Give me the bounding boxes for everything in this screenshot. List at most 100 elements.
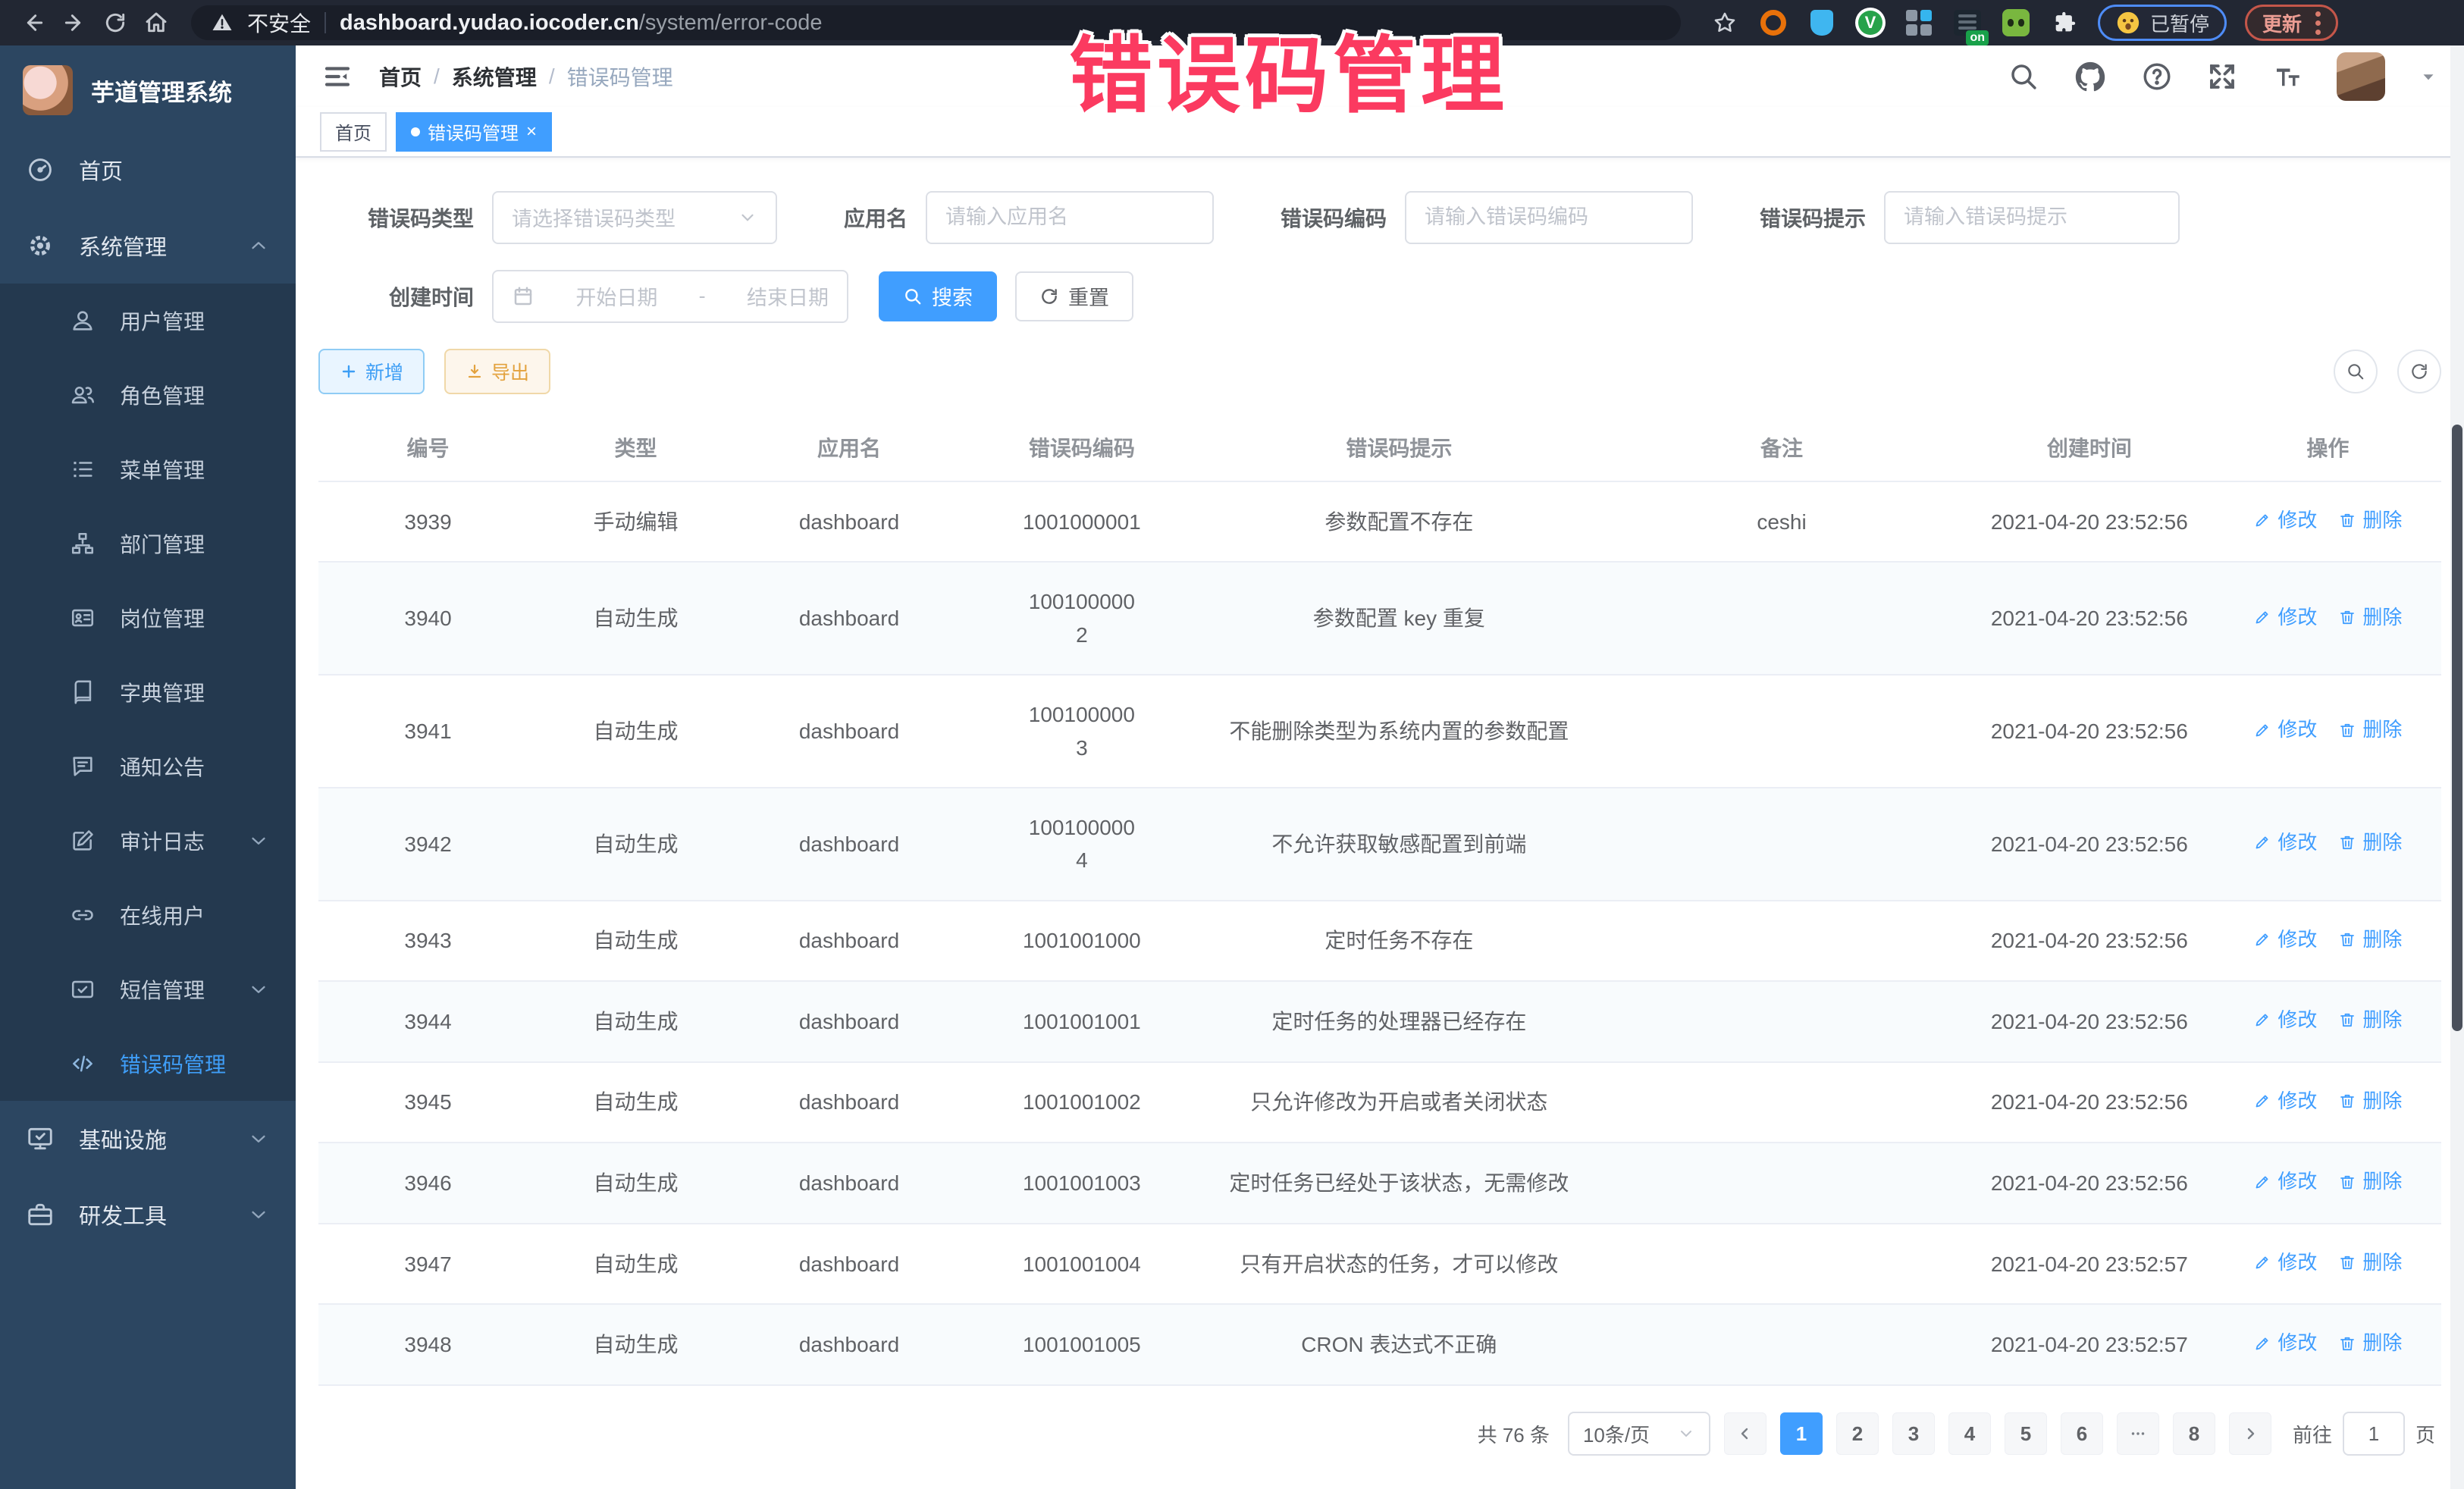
- help-icon[interactable]: [2141, 61, 2173, 92]
- forward-icon[interactable]: [58, 6, 91, 39]
- sidebar-subitem-3[interactable]: 部门管理: [0, 506, 296, 581]
- page-button-1-active[interactable]: 1: [1780, 1412, 1823, 1455]
- delete-link[interactable]: 删除: [2338, 1166, 2402, 1196]
- breadcrumb-system[interactable]: 系统管理: [452, 61, 537, 92]
- extension-green-v-icon[interactable]: V: [1855, 8, 1886, 38]
- sidebar-subitem-10-active[interactable]: 错误码管理: [0, 1027, 296, 1101]
- page-button-8[interactable]: 8: [2173, 1412, 2215, 1455]
- tag-home[interactable]: 首页: [320, 112, 387, 152]
- edit-link[interactable]: 修改: [2253, 1247, 2317, 1277]
- cell-id: 3948: [318, 1304, 538, 1385]
- back-icon[interactable]: [17, 6, 50, 39]
- next-page-button[interactable]: [2229, 1412, 2271, 1455]
- sidebar-subitem-2[interactable]: 菜单管理: [0, 432, 296, 506]
- date-range-picker[interactable]: 开始日期 - 结束日期: [492, 270, 848, 323]
- tag-close-icon[interactable]: ×: [526, 123, 537, 141]
- sidebar-subitem-0[interactable]: 用户管理: [0, 284, 296, 358]
- edit-link[interactable]: 修改: [2253, 1086, 2317, 1116]
- extensions-puzzle-icon[interactable]: [2049, 8, 2080, 38]
- delete-link[interactable]: 删除: [2338, 1247, 2402, 1277]
- edit-link[interactable]: 修改: [2253, 602, 2317, 632]
- extension-blue-gem-icon[interactable]: [1807, 8, 1837, 38]
- edit-link[interactable]: 修改: [2253, 924, 2317, 955]
- delete-link[interactable]: 删除: [2338, 714, 2402, 744]
- window-scrollbar[interactable]: [2450, 45, 2464, 1489]
- export-button[interactable]: 导出: [444, 349, 550, 394]
- sidebar-subitem-9[interactable]: 短信管理: [0, 952, 296, 1027]
- cell-error-code: 1001001004: [964, 1224, 1199, 1305]
- page-button-6[interactable]: 6: [2061, 1412, 2103, 1455]
- edit-link[interactable]: 修改: [2253, 827, 2317, 857]
- refresh-table-button[interactable]: [2397, 350, 2441, 393]
- sidebar-subitem-4[interactable]: 岗位管理: [0, 581, 296, 655]
- avatar-caret-down-icon[interactable]: [2419, 67, 2438, 86]
- edit-icon: [2253, 1253, 2271, 1271]
- edit-link[interactable]: 修改: [2253, 1005, 2317, 1035]
- filter-app-label: 应用名: [844, 202, 908, 233]
- filter-code-label: 错误码编码: [1281, 202, 1387, 233]
- page-button-3[interactable]: 3: [1892, 1412, 1935, 1455]
- profile-paused-pill[interactable]: 已暂停: [2098, 5, 2227, 41]
- sidebar-subitem-6[interactable]: 通知公告: [0, 729, 296, 804]
- scrollbar-thumb[interactable]: [2452, 425, 2462, 1031]
- error-type-select[interactable]: 请选择错误码类型: [492, 191, 777, 244]
- sidebar-subitem-1[interactable]: 角色管理: [0, 358, 296, 432]
- breadcrumb-home[interactable]: 首页: [379, 61, 422, 92]
- sidebar-subitem-7[interactable]: 审计日志: [0, 804, 296, 878]
- sidebar-item-2[interactable]: 基础设施: [0, 1101, 296, 1177]
- sidebar-subitem-8[interactable]: 在线用户: [0, 878, 296, 952]
- search-button[interactable]: 搜索: [879, 271, 997, 321]
- extension-dark-on-icon[interactable]: on: [1952, 8, 1983, 38]
- edit-link[interactable]: 修改: [2253, 1328, 2317, 1358]
- delete-link[interactable]: 删除: [2338, 1086, 2402, 1116]
- font-size-icon[interactable]: [2271, 61, 2303, 92]
- fullscreen-icon[interactable]: [2206, 61, 2238, 92]
- github-icon[interactable]: [2073, 59, 2108, 94]
- browser-menu-icon[interactable]: [2315, 11, 2321, 35]
- more-pages-button[interactable]: [2117, 1412, 2159, 1455]
- tag-error-code-active[interactable]: 错误码管理 ×: [396, 112, 552, 152]
- search-icon[interactable]: [2008, 61, 2039, 92]
- error-hint-input[interactable]: [1904, 205, 2160, 229]
- delete-link[interactable]: 删除: [2338, 1328, 2402, 1358]
- page-button-4[interactable]: 4: [1948, 1412, 1991, 1455]
- menu-item-label: 用户管理: [120, 306, 205, 336]
- sidebar-item-3[interactable]: 研发工具: [0, 1177, 296, 1252]
- gauge-icon: [26, 155, 55, 184]
- user-avatar[interactable]: [2337, 52, 2385, 101]
- extension-tampermonkey-icon[interactable]: [2001, 8, 2031, 38]
- bookmark-star-icon[interactable]: [1710, 8, 1740, 38]
- sidebar-subitem-5[interactable]: 字典管理: [0, 655, 296, 729]
- delete-link[interactable]: 删除: [2338, 924, 2402, 955]
- page-size-select[interactable]: 10条/页: [1568, 1412, 1710, 1456]
- extension-grid-icon[interactable]: [1904, 8, 1934, 38]
- delete-link[interactable]: 删除: [2338, 1005, 2402, 1035]
- goto-page-input[interactable]: [2343, 1412, 2405, 1456]
- edit-link[interactable]: 修改: [2253, 505, 2317, 535]
- toggle-search-button[interactable]: [2334, 350, 2378, 393]
- edit-link[interactable]: 修改: [2253, 1166, 2317, 1196]
- user-icon: [70, 308, 96, 334]
- cell-created-time: 2021-04-20 23:52:56: [1964, 481, 2215, 563]
- sidebar-item-1[interactable]: 系统管理: [0, 208, 296, 284]
- browser-update-pill[interactable]: 更新: [2245, 5, 2338, 41]
- prev-page-button[interactable]: [1724, 1412, 1766, 1455]
- reload-icon[interactable]: [99, 6, 132, 39]
- extension-orange-ring-icon[interactable]: [1758, 8, 1788, 38]
- hamburger-icon[interactable]: [321, 61, 353, 92]
- edit-link[interactable]: 修改: [2253, 714, 2317, 744]
- page-button-2[interactable]: 2: [1836, 1412, 1879, 1455]
- app-name-input[interactable]: [945, 205, 1194, 229]
- delete-link[interactable]: 删除: [2338, 827, 2402, 857]
- error-code-input[interactable]: [1425, 205, 1673, 229]
- add-button[interactable]: 新增: [318, 349, 425, 394]
- column-header: 编号: [318, 417, 538, 481]
- delete-link[interactable]: 删除: [2338, 602, 2402, 632]
- annotation-overlay-text: 错误码管理: [1069, 8, 1509, 129]
- sidebar-item-0[interactable]: 首页: [0, 132, 296, 208]
- reset-button[interactable]: 重置: [1015, 271, 1133, 321]
- app-logo-row[interactable]: 芋道管理系统: [0, 45, 296, 132]
- page-button-5[interactable]: 5: [2005, 1412, 2047, 1455]
- delete-link[interactable]: 删除: [2338, 505, 2402, 535]
- home-icon[interactable]: [140, 6, 173, 39]
